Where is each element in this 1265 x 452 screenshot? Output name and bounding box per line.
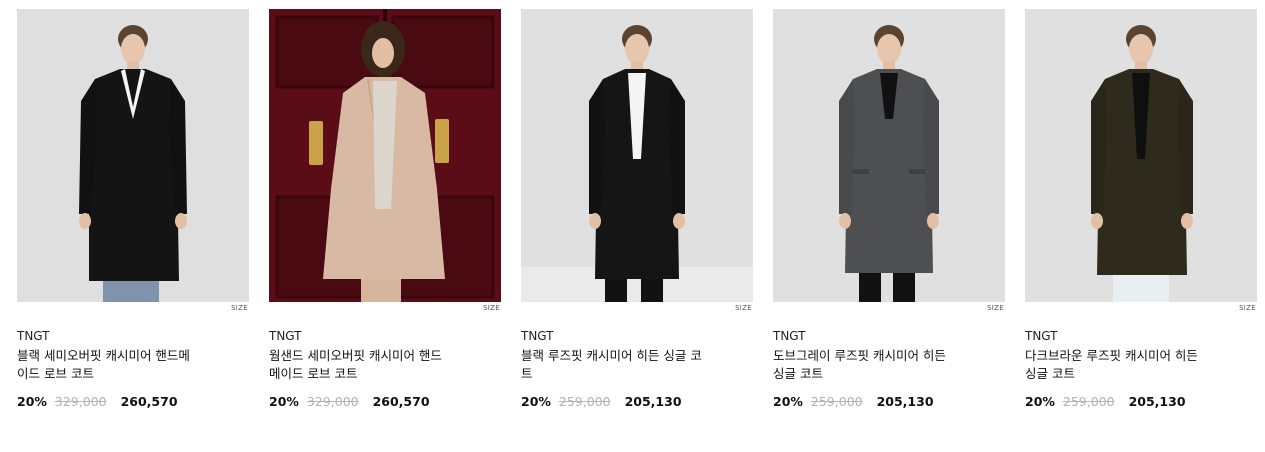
product-photo-oatmeal-coat (269, 9, 501, 302)
sale-price: 205,130 (624, 394, 682, 409)
product-name-line1: 다크브라운 루즈핏 캐시미어 히든 (1025, 348, 1198, 363)
product-photo-darkbrown-coat (1025, 9, 1257, 302)
size-label[interactable]: SIZE (773, 304, 1005, 313)
price-row: 20% 259,000 205,130 (1025, 394, 1257, 410)
product-brand[interactable]: TNGT (521, 329, 753, 343)
discount-rate: 20% (17, 394, 47, 409)
discount-rate: 20% (521, 394, 551, 409)
product-brand[interactable]: TNGT (773, 329, 1005, 343)
original-price: 329,000 (306, 394, 359, 409)
product-name-line1: 블랙 세미오버핏 캐시미어 핸드메 (17, 348, 190, 363)
product-name-line1: 블랙 루즈핏 캐시미어 히든 싱글 코 (521, 348, 702, 363)
product-image[interactable] (773, 9, 1005, 302)
product-name-line1: 도브그레이 루즈핏 캐시미어 히든 (773, 348, 946, 363)
product-photo-grey-coat (773, 9, 1005, 302)
discount-rate: 20% (269, 394, 299, 409)
product-name-line2: 이드 로브 코트 (17, 366, 94, 381)
size-label[interactable]: SIZE (269, 304, 501, 313)
product-name[interactable]: 웜샌드 세미오버핏 캐시미어 핸드 메이드 로브 코트 (269, 347, 474, 383)
price-row: 20% 259,000 205,130 (773, 394, 1005, 410)
sale-price: 205,130 (1128, 394, 1186, 409)
sale-price: 260,570 (120, 394, 178, 409)
product-image[interactable] (17, 9, 249, 302)
discount-rate: 20% (773, 394, 803, 409)
product-name[interactable]: 다크브라운 루즈핏 캐시미어 히든 싱글 코트 (1025, 347, 1230, 383)
product-name-line2: 메이드 로브 코트 (269, 366, 358, 381)
price-row: 20% 329,000 260,570 (269, 394, 501, 410)
product-image[interactable] (521, 9, 753, 302)
product-name[interactable]: 도브그레이 루즈핏 캐시미어 히든 싱글 코트 (773, 347, 978, 383)
product-name-line1: 웜샌드 세미오버핏 캐시미어 핸드 (269, 348, 442, 363)
original-price: 259,000 (810, 394, 863, 409)
product-photo-black-single-coat (521, 9, 753, 302)
product-name[interactable]: 블랙 세미오버핏 캐시미어 핸드메 이드 로브 코트 (17, 347, 222, 383)
product-image[interactable] (269, 9, 501, 302)
product-card[interactable]: SIZE TNGT 블랙 루즈핏 캐시미어 히든 싱글 코 트 20% 259,… (521, 9, 753, 410)
original-price: 259,000 (1062, 394, 1115, 409)
size-label[interactable]: SIZE (17, 304, 249, 313)
product-name-line2: 싱글 코트 (773, 366, 823, 381)
size-label[interactable]: SIZE (521, 304, 753, 313)
product-card[interactable]: SIZE TNGT 다크브라운 루즈핏 캐시미어 히든 싱글 코트 20% 25… (1025, 9, 1257, 410)
product-name-line2: 트 (521, 366, 533, 381)
sale-price: 205,130 (876, 394, 934, 409)
product-name[interactable]: 블랙 루즈핏 캐시미어 히든 싱글 코 트 (521, 347, 726, 383)
product-name-line2: 싱글 코트 (1025, 366, 1075, 381)
original-price: 259,000 (558, 394, 611, 409)
product-card[interactable]: SIZE TNGT 도브그레이 루즈핏 캐시미어 히든 싱글 코트 20% 25… (773, 9, 1005, 410)
product-brand[interactable]: TNGT (1025, 329, 1257, 343)
product-brand[interactable]: TNGT (269, 329, 501, 343)
product-photo-black-coat (17, 9, 249, 302)
product-grid: SIZE TNGT 블랙 세미오버핏 캐시미어 핸드메 이드 로브 코트 20%… (0, 0, 1265, 452)
original-price: 329,000 (54, 394, 107, 409)
product-card[interactable]: SIZE TNGT 블랙 세미오버핏 캐시미어 핸드메 이드 로브 코트 20%… (17, 9, 249, 410)
sale-price: 260,570 (372, 394, 430, 409)
product-brand[interactable]: TNGT (17, 329, 249, 343)
discount-rate: 20% (1025, 394, 1055, 409)
price-row: 20% 259,000 205,130 (521, 394, 753, 410)
size-label[interactable]: SIZE (1025, 304, 1257, 313)
product-card[interactable]: SIZE TNGT 웜샌드 세미오버핏 캐시미어 핸드 메이드 로브 코트 20… (269, 9, 501, 410)
price-row: 20% 329,000 260,570 (17, 394, 249, 410)
product-image[interactable] (1025, 9, 1257, 302)
